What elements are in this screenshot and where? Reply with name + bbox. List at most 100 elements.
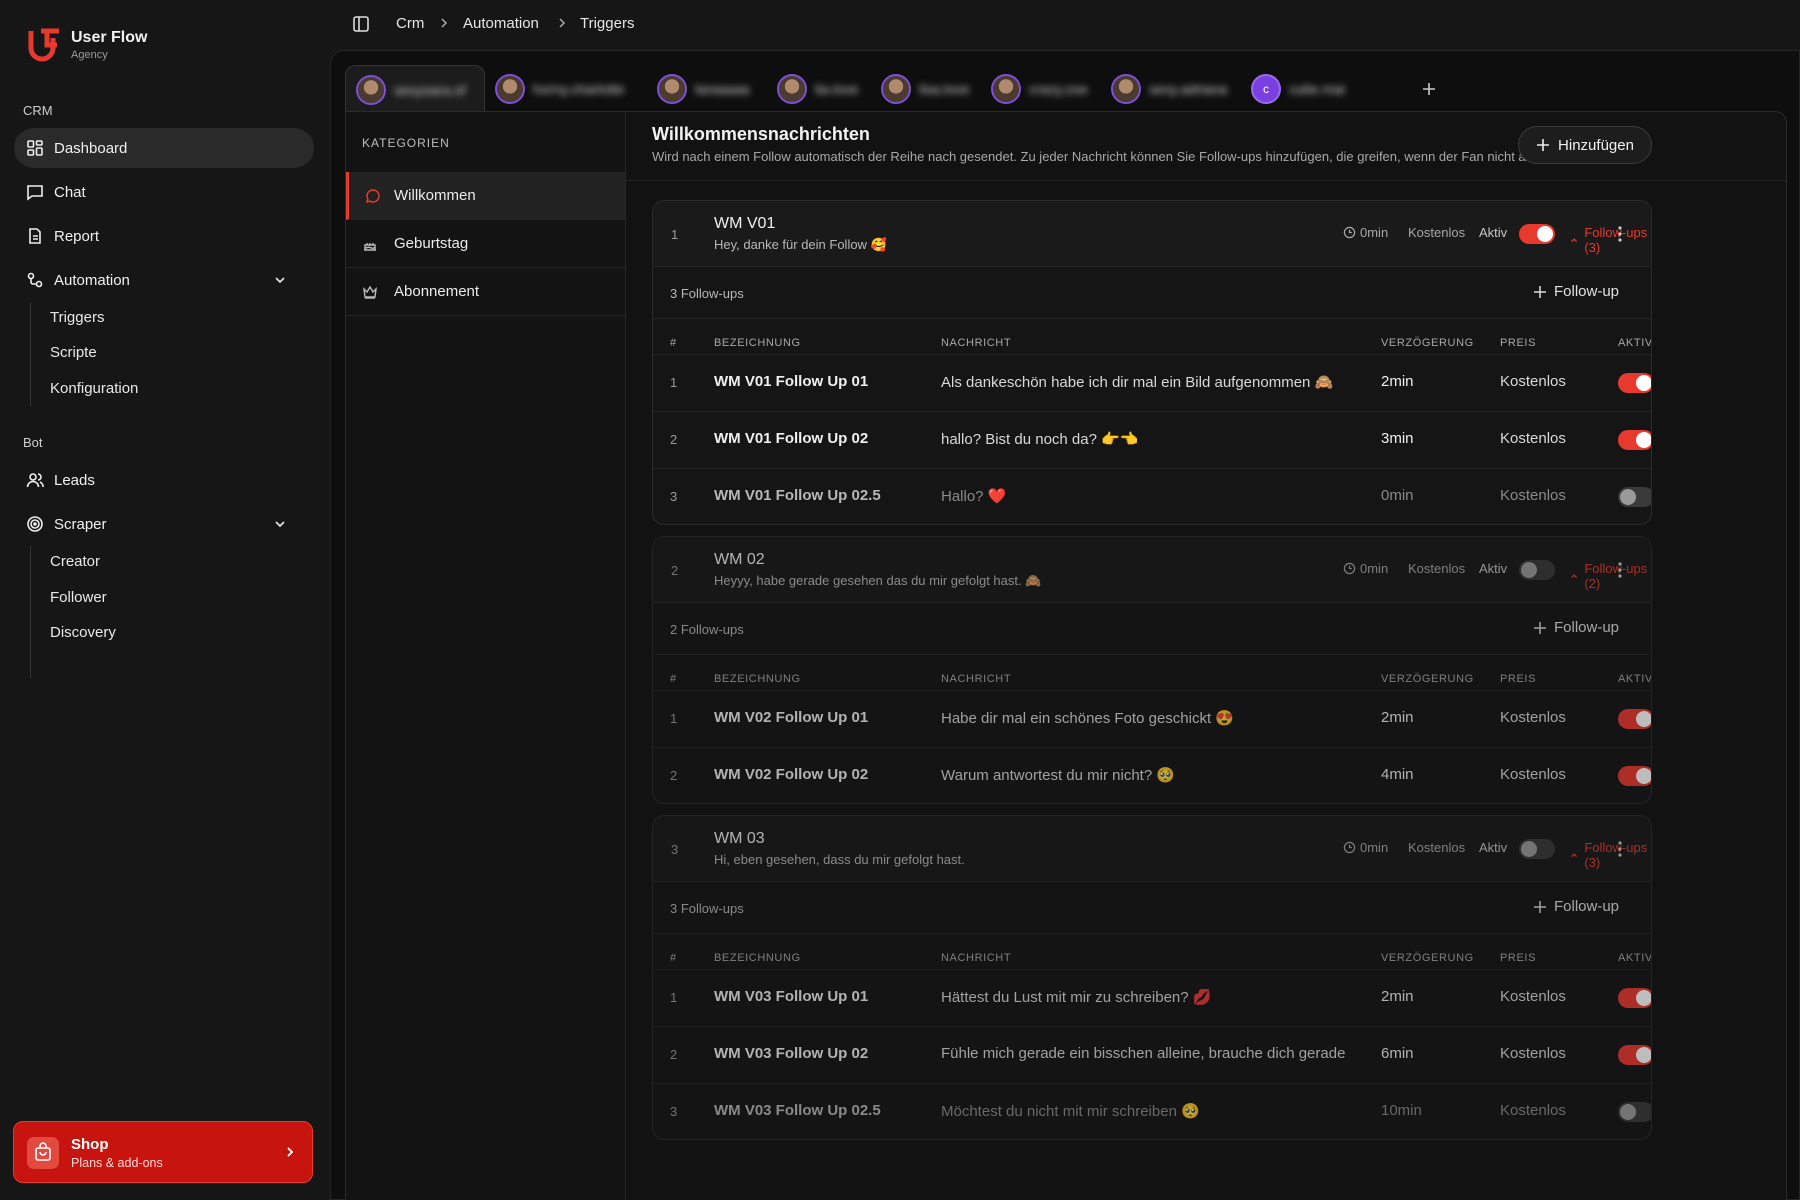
nav-leads[interactable]: Leads [14,460,314,500]
message-number: 3 [671,842,679,857]
add-followup-button[interactable]: Follow-up [1534,283,1619,300]
message-active-toggle[interactable] [1519,560,1555,580]
followup-row[interactable]: 1 WM V03 Follow Up 01 Hättest du Lust mi… [653,969,1651,1026]
col-header-price: PREIS [1500,952,1537,964]
clock-icon [1343,841,1356,854]
shop-button[interactable]: Shop Plans & add-ons [13,1121,313,1183]
app-name: User Flow [71,29,148,46]
message-delay: 0min [1343,840,1388,855]
message-active-toggle[interactable] [1519,224,1555,244]
followup-message: Möchtest du nicht mit mir schreiben 🥺 [941,1103,1200,1120]
subnav-follower[interactable]: Follower [50,589,107,606]
subnav-creator[interactable]: Creator [50,553,100,570]
followup-active-toggle[interactable] [1618,1102,1651,1122]
account-tab[interactable]: sexy.adriana [1101,65,1241,113]
followup-delay: 2min [1381,988,1414,1005]
nav-chat[interactable]: Chat [14,172,314,212]
account-tab-label: horny.charlotte [533,81,625,97]
category-abonnement[interactable]: Abonnement [346,268,625,316]
col-header-delay: VERZÖGERUNG [1381,337,1474,349]
account-tab[interactable]: crazy.zoe [981,65,1101,113]
account-tab[interactable]: sexysara.of [345,65,485,113]
nav-leads-label: Leads [54,471,95,489]
followup-row[interactable]: 3 WM V03 Follow Up 02.5 Möchtest du nich… [653,1083,1651,1139]
followup-price: Kostenlos [1500,1045,1566,1062]
message-text: Hi, eben gesehen, dass du mir gefolgt ha… [714,852,965,867]
followups-toggle[interactable]: Follow-ups (3) [1570,225,1651,255]
followup-active-toggle[interactable] [1618,709,1651,729]
col-header-active: AKTIV [1618,952,1652,964]
message-card-header[interactable]: 2 WM 02 Heyyy, habe gerade gesehen das d… [653,537,1651,603]
nav-dashboard[interactable]: Dashboard [14,128,314,168]
message-text: Heyyy, habe gerade gesehen das du mir ge… [714,573,1042,588]
add-followup-button[interactable]: Follow-up [1534,898,1619,915]
message-card-header[interactable]: 1 WM V01 Hey, danke für dein Follow 🥰 0m… [653,201,1651,267]
add-tab-icon[interactable] [1420,80,1438,98]
followup-number: 2 [670,432,678,447]
followup-name: WM V02 Follow Up 02 [714,766,869,783]
clock-icon [1343,562,1356,575]
followup-row[interactable]: 2 WM V03 Follow Up 02 Fühle mich gerade … [653,1026,1651,1083]
subnav-triggers[interactable]: Triggers [50,309,104,326]
followup-active-toggle[interactable] [1618,373,1651,393]
avatar [881,74,911,104]
message-card-header[interactable]: 3 WM 03 Hi, eben gesehen, dass du mir ge… [653,816,1651,882]
category-willkommen[interactable]: Willkommen [346,172,625,220]
add-button[interactable]: Hinzufügen [1518,126,1652,164]
account-tab[interactable]: c cutie.mai [1241,65,1361,113]
breadcrumb-triggers: Triggers [580,15,635,32]
top-bar: Crm Automation Triggers [330,0,1800,50]
nav-automation-label: Automation [54,271,130,289]
followup-active-toggle[interactable] [1618,430,1651,450]
followup-row[interactable]: 1 WM V02 Follow Up 01 Habe dir mal ein s… [653,690,1651,747]
category-geburtstag[interactable]: Geburtstag [346,220,625,268]
message-circle-icon [365,188,380,203]
followup-message: Habe dir mal ein schönes Foto geschickt … [941,710,1234,727]
add-followup-button[interactable]: Follow-up [1534,619,1619,636]
account-tab[interactable]: laraaaaa [647,65,767,113]
breadcrumb-chevron-icon [559,18,566,28]
col-header-num: # [670,673,677,685]
plus-icon [1537,139,1550,151]
followups-toggle[interactable]: Follow-ups (2) [1570,561,1651,591]
account-tab[interactable]: lisa.love [871,65,981,113]
nav-automation[interactable]: Automation [14,260,314,300]
followup-name: WM V03 Follow Up 02.5 [714,1102,881,1119]
message-title: WM V01 [714,215,776,232]
account-tab[interactable]: lia.love [767,65,871,113]
sidebar-toggle-icon[interactable] [352,15,370,33]
followup-row[interactable]: 3 WM V01 Follow Up 02.5 Hallo? ❤️ 0min K… [653,468,1651,524]
subnav-discovery[interactable]: Discovery [50,624,116,641]
breadcrumb-crm[interactable]: Crm [396,15,424,32]
page-description: Wird nach einem Follow automatisch der R… [652,149,1576,164]
more-vertical-icon[interactable] [1618,226,1622,242]
col-header-message: NACHRICHT [941,673,1012,685]
followup-number: 2 [670,768,678,783]
followup-message: hallo? Bist du noch da? 👉👈 [941,431,1139,448]
chevron-up-icon [1571,574,1578,579]
nav-report[interactable]: Report [14,216,314,256]
message-active-toggle[interactable] [1519,839,1555,859]
followup-price: Kostenlos [1500,430,1566,447]
scraper-icon [27,516,43,532]
more-vertical-icon[interactable] [1618,841,1622,857]
nav-scraper[interactable]: Scraper [14,504,314,544]
followup-row[interactable]: 2 WM V02 Follow Up 02 Warum antwortest d… [653,747,1651,803]
followups-toggle[interactable]: Follow-ups (3) [1570,840,1651,870]
followup-active-toggle[interactable] [1618,988,1651,1008]
message-delay: 0min [1343,561,1388,576]
breadcrumb-automation[interactable]: Automation [463,15,539,32]
followup-active-toggle[interactable] [1618,766,1651,786]
followup-row[interactable]: 1 WM V01 Follow Up 01 Als dankeschön hab… [653,354,1651,411]
avatar [495,74,525,104]
section-label-crm: CRM [23,103,53,118]
followup-active-toggle[interactable] [1618,487,1651,507]
message-active-label: Aktiv [1479,561,1508,576]
subnav-konfiguration[interactable]: Konfiguration [50,380,138,397]
account-tab[interactable]: horny.charlotte [485,65,647,113]
followup-row[interactable]: 2 WM V01 Follow Up 02 hallo? Bist du noc… [653,411,1651,468]
followup-active-toggle[interactable] [1618,1045,1651,1065]
more-vertical-icon[interactable] [1618,562,1622,578]
subnav-scripte[interactable]: Scripte [50,344,97,361]
avatar [356,74,386,105]
